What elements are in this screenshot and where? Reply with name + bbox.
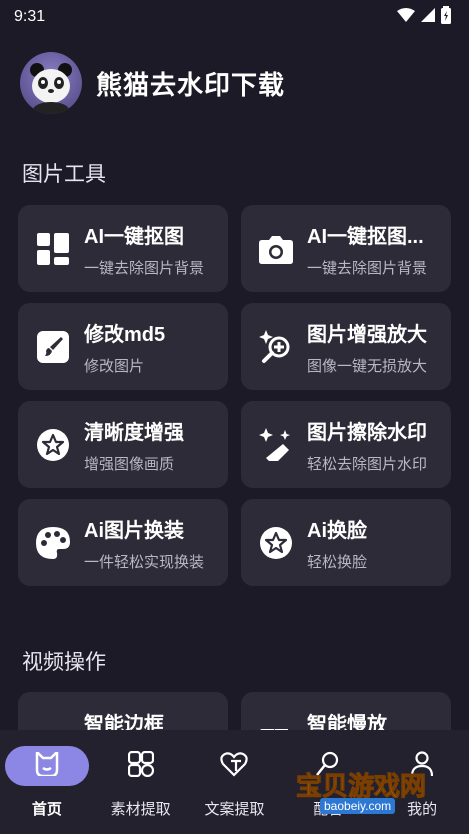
card-subtitle: 一件轻松实现换装 (84, 553, 205, 571)
signal-icon (421, 7, 435, 27)
card-ai-outfit-change[interactable]: Ai图片换装 一件轻松实现换装 (18, 499, 228, 586)
card-title: 清晰度增强 (84, 421, 184, 444)
card-subtitle: 一键去除图片背景 (307, 259, 428, 277)
panda-avatar (20, 52, 82, 114)
nav-pill[interactable] (192, 746, 276, 786)
nav-label: 素材提取 (110, 801, 171, 818)
card-title: AI一键抠图 (84, 225, 184, 248)
battery-icon (441, 5, 451, 29)
section-title-video-ops: 视频操作 (22, 651, 106, 674)
card-ai-cutout-camera[interactable]: AI一键抠图... 一键去除图片背景 (241, 205, 451, 292)
card-subtitle: 一键去除图片背景 (84, 259, 205, 277)
card-subtitle: 图像一键无损放大 (307, 357, 428, 375)
text-extract-icon (220, 751, 249, 782)
card-modify-md5[interactable]: 修改md5 修改图片 (18, 303, 228, 390)
nav-item-text-extract[interactable]: 文案提取 (189, 746, 279, 819)
brush-icon (36, 330, 70, 364)
nav-item-material-extract[interactable]: 素材提取 (96, 746, 186, 819)
card-title: Ai换脸 (307, 519, 367, 542)
nav-pill[interactable] (99, 746, 183, 786)
nav-label: 文案提取 (204, 801, 265, 818)
status-time: 9:31 (14, 8, 46, 25)
card-ai-cutout[interactable]: AI一键抠图 一键去除图片背景 (18, 205, 228, 292)
app-header: 熊猫去水印下载 (20, 52, 285, 114)
card-title: Ai图片换装 (84, 519, 184, 542)
person-icon (410, 750, 434, 782)
app-title: 熊猫去水印下载 (96, 69, 286, 100)
palette-icon (36, 526, 70, 560)
nav-pill[interactable] (4, 746, 89, 786)
card-title: 图片增强放大 (307, 323, 427, 346)
wifi-icon (397, 7, 415, 27)
nav-item-home[interactable]: 首页 (2, 746, 92, 819)
nav-label: 首页 (31, 801, 62, 818)
mic-icon (315, 751, 341, 782)
nav-pill[interactable] (380, 746, 464, 786)
card-subtitle: 修改图片 (84, 357, 145, 375)
nav-item-dubbing[interactable]: 配音 (283, 746, 373, 819)
status-icons (397, 5, 451, 29)
layout-grid-icon (36, 232, 70, 266)
card-clarity-enhance[interactable]: 清晰度增强 增强图像画质 (18, 401, 228, 488)
status-bar: 9:31 (0, 0, 469, 34)
home-icon (34, 750, 60, 781)
card-erase-watermark[interactable]: 图片擦除水印 轻松去除图片水印 (241, 401, 451, 488)
card-title: 修改md5 (84, 323, 166, 346)
card-subtitle: 轻松去除图片水印 (307, 455, 428, 473)
card-ai-face-swap[interactable]: Ai换脸 轻松换脸 (241, 499, 451, 586)
card-subtitle: 增强图像画质 (84, 455, 175, 473)
nav-label: 配音 (313, 801, 344, 818)
nav-pill[interactable] (286, 746, 370, 786)
nav-label: 我的 (407, 801, 438, 818)
card-image-enhance[interactable]: 图片增强放大 图像一键无损放大 (241, 303, 451, 390)
section-title-image-tools: 图片工具 (22, 163, 106, 186)
bottom-nav: 首页 素材提取 文案提取 配音 我的 (0, 730, 469, 834)
star-badge-icon (259, 526, 293, 560)
card-title: AI一键抠图... (307, 225, 424, 248)
magic-eraser-icon (259, 427, 293, 462)
card-title: 图片擦除水印 (307, 421, 427, 444)
sparkle-zoom-icon (259, 329, 293, 364)
star-badge-icon (36, 428, 70, 462)
card-subtitle: 轻松换脸 (307, 553, 368, 571)
image-tools-grid: AI一键抠图 一键去除图片背景 AI一键抠图... 一键去除图片背景 修改md5… (18, 205, 451, 586)
nav-item-mine[interactable]: 我的 (377, 746, 467, 819)
camera-icon (259, 232, 293, 266)
shapes-icon (127, 750, 154, 782)
